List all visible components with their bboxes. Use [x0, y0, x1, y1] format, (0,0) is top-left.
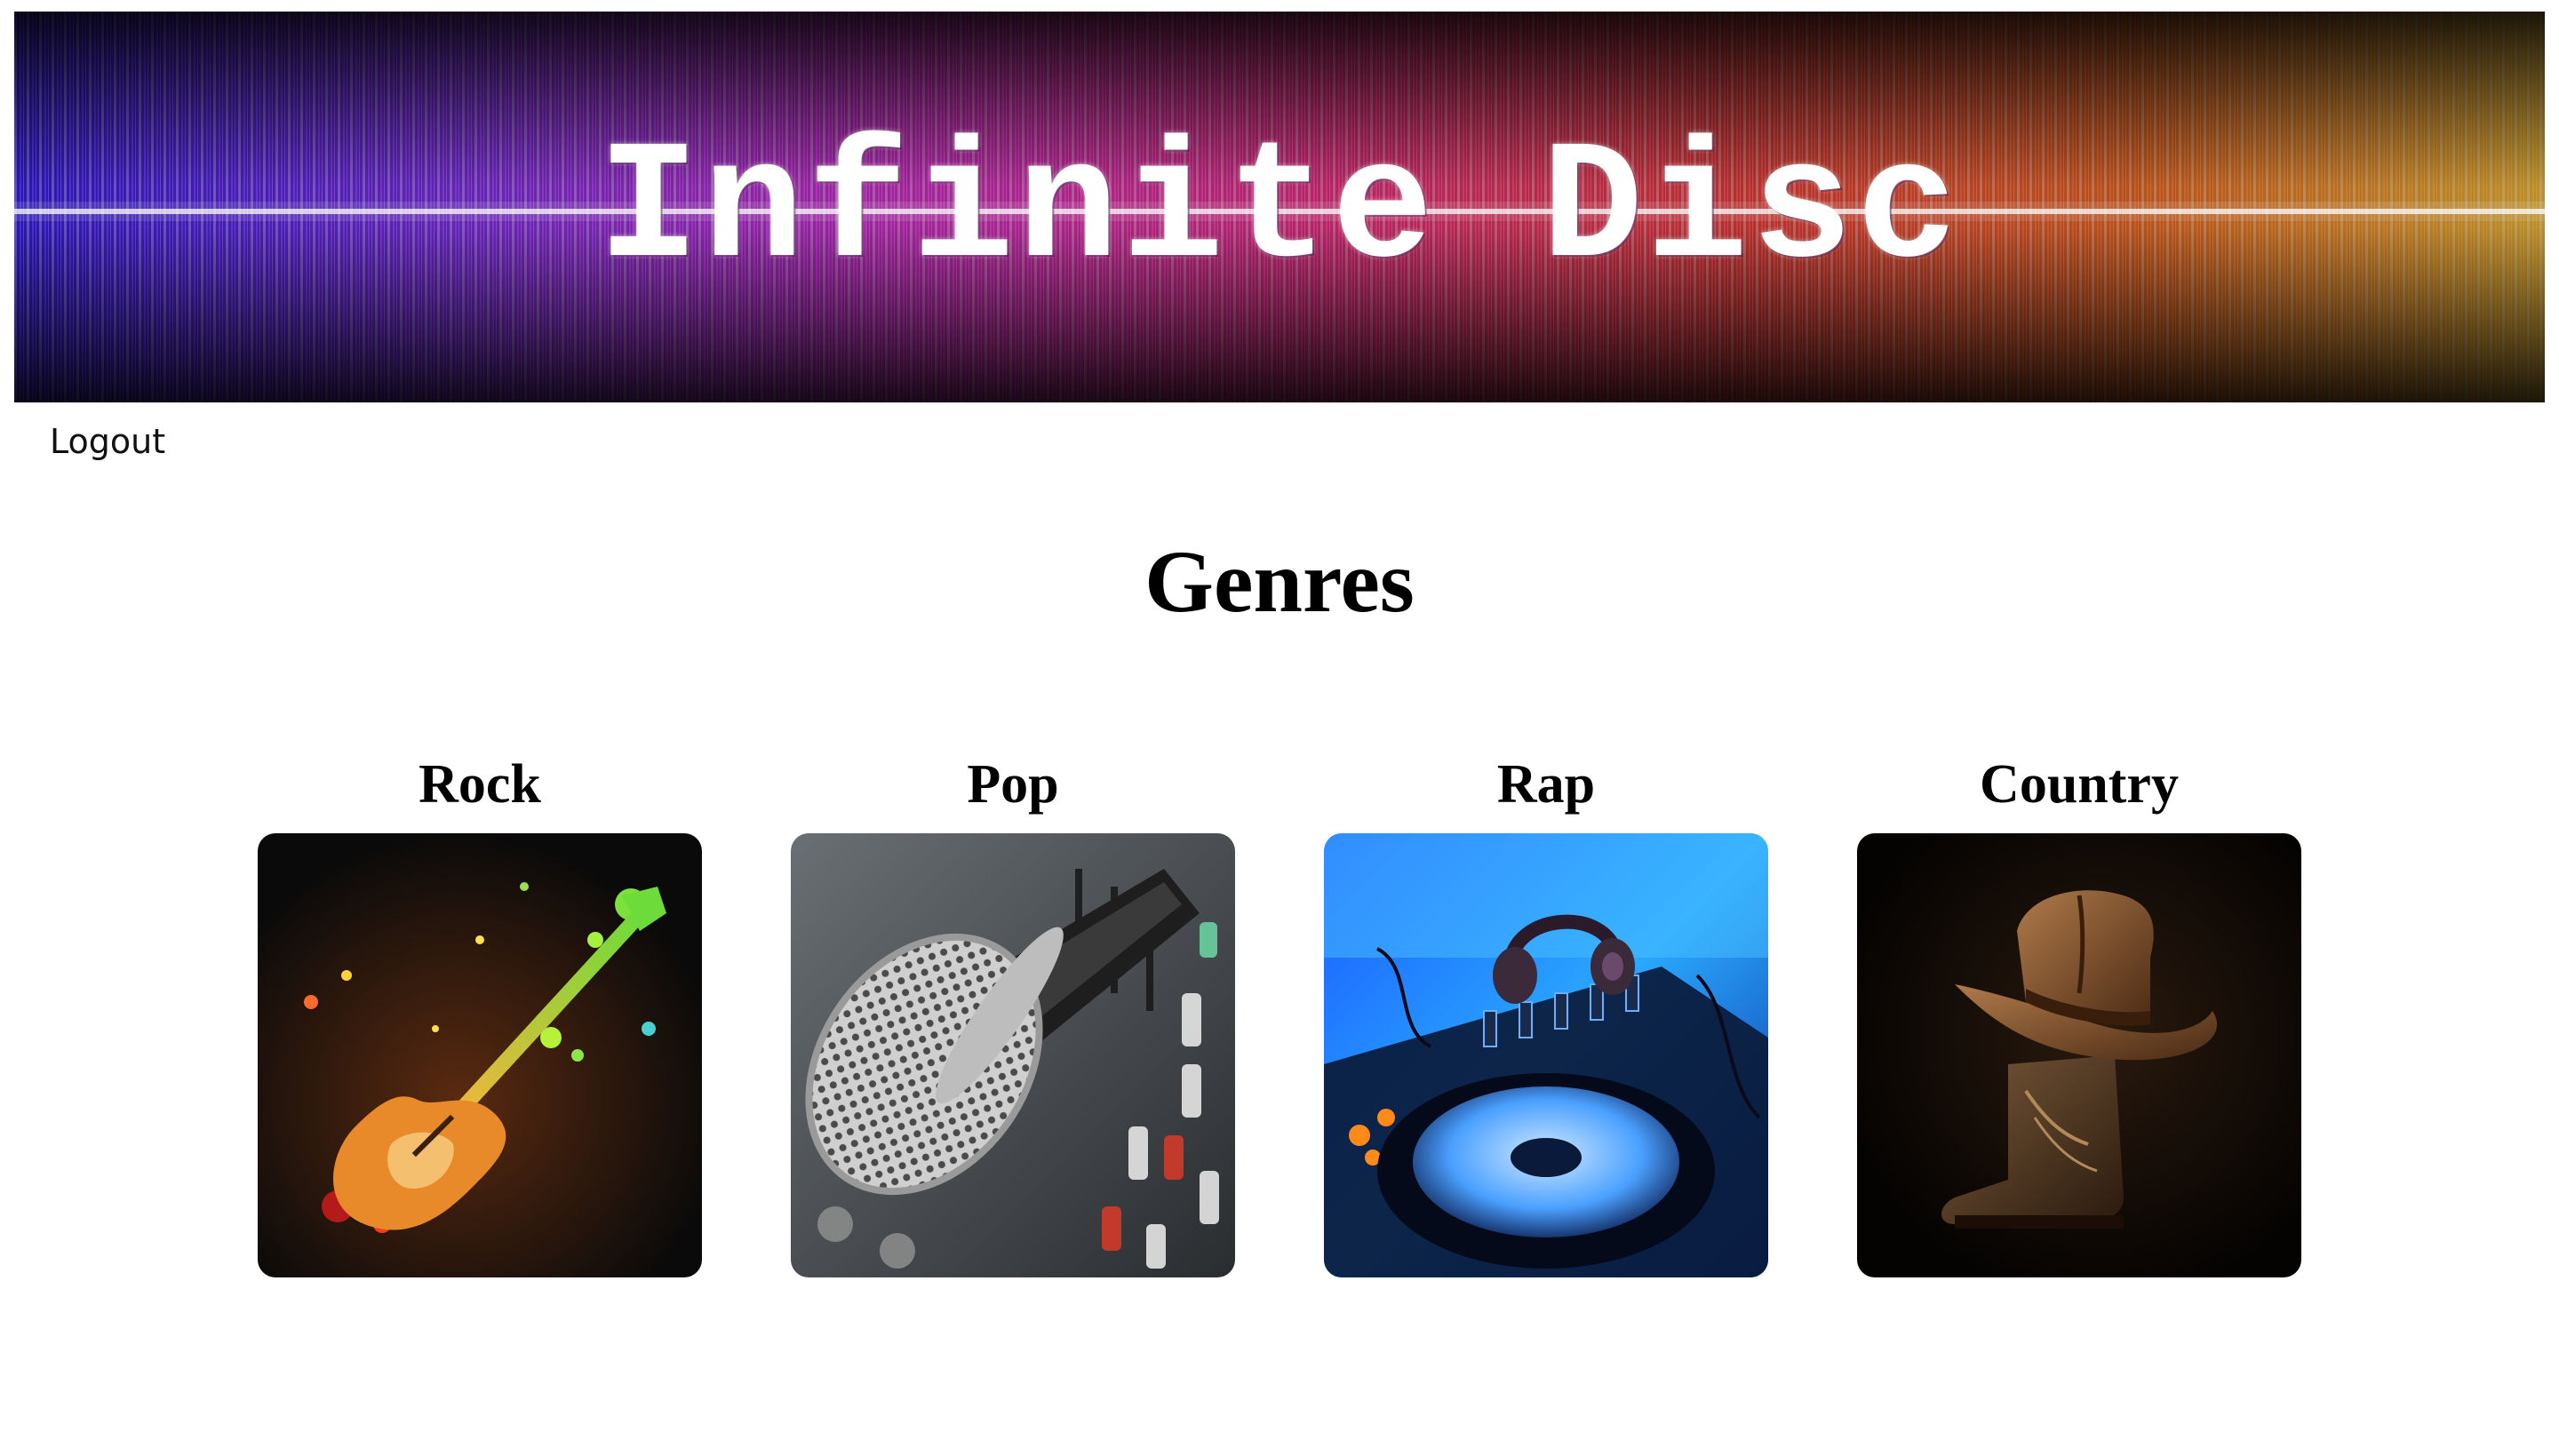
page-title: Genres	[1144, 532, 1415, 631]
genre-image-rap[interactable]	[1324, 833, 1768, 1277]
genre-card-pop[interactable]: Pop	[791, 751, 1235, 1277]
turntable-icon	[1324, 833, 1768, 1277]
genre-name: Rock	[419, 754, 541, 815]
electric-guitar-icon	[258, 833, 702, 1277]
genre-card-rock[interactable]: Rock	[258, 751, 702, 1277]
genre-image-country[interactable]	[1857, 833, 2301, 1277]
genre-grid: Rock Pop Rap Country	[0, 751, 2559, 1284]
site-title: Infinite Disc	[597, 115, 1962, 306]
genre-card-country[interactable]: Country	[1857, 751, 2301, 1277]
genre-name: Pop	[967, 754, 1059, 815]
site-banner: Infinite Disc	[14, 12, 2545, 402]
microphone-icon	[791, 833, 1235, 1277]
genre-image-rock[interactable]	[258, 833, 702, 1277]
genre-name: Country	[1980, 754, 2179, 815]
genre-name: Rap	[1496, 754, 1596, 815]
genre-card-rap[interactable]: Rap	[1324, 751, 1768, 1277]
cowboy-hat-icon	[1857, 833, 2301, 1277]
logout-link[interactable]: Logout	[50, 421, 165, 462]
genre-image-pop[interactable]	[791, 833, 1235, 1277]
